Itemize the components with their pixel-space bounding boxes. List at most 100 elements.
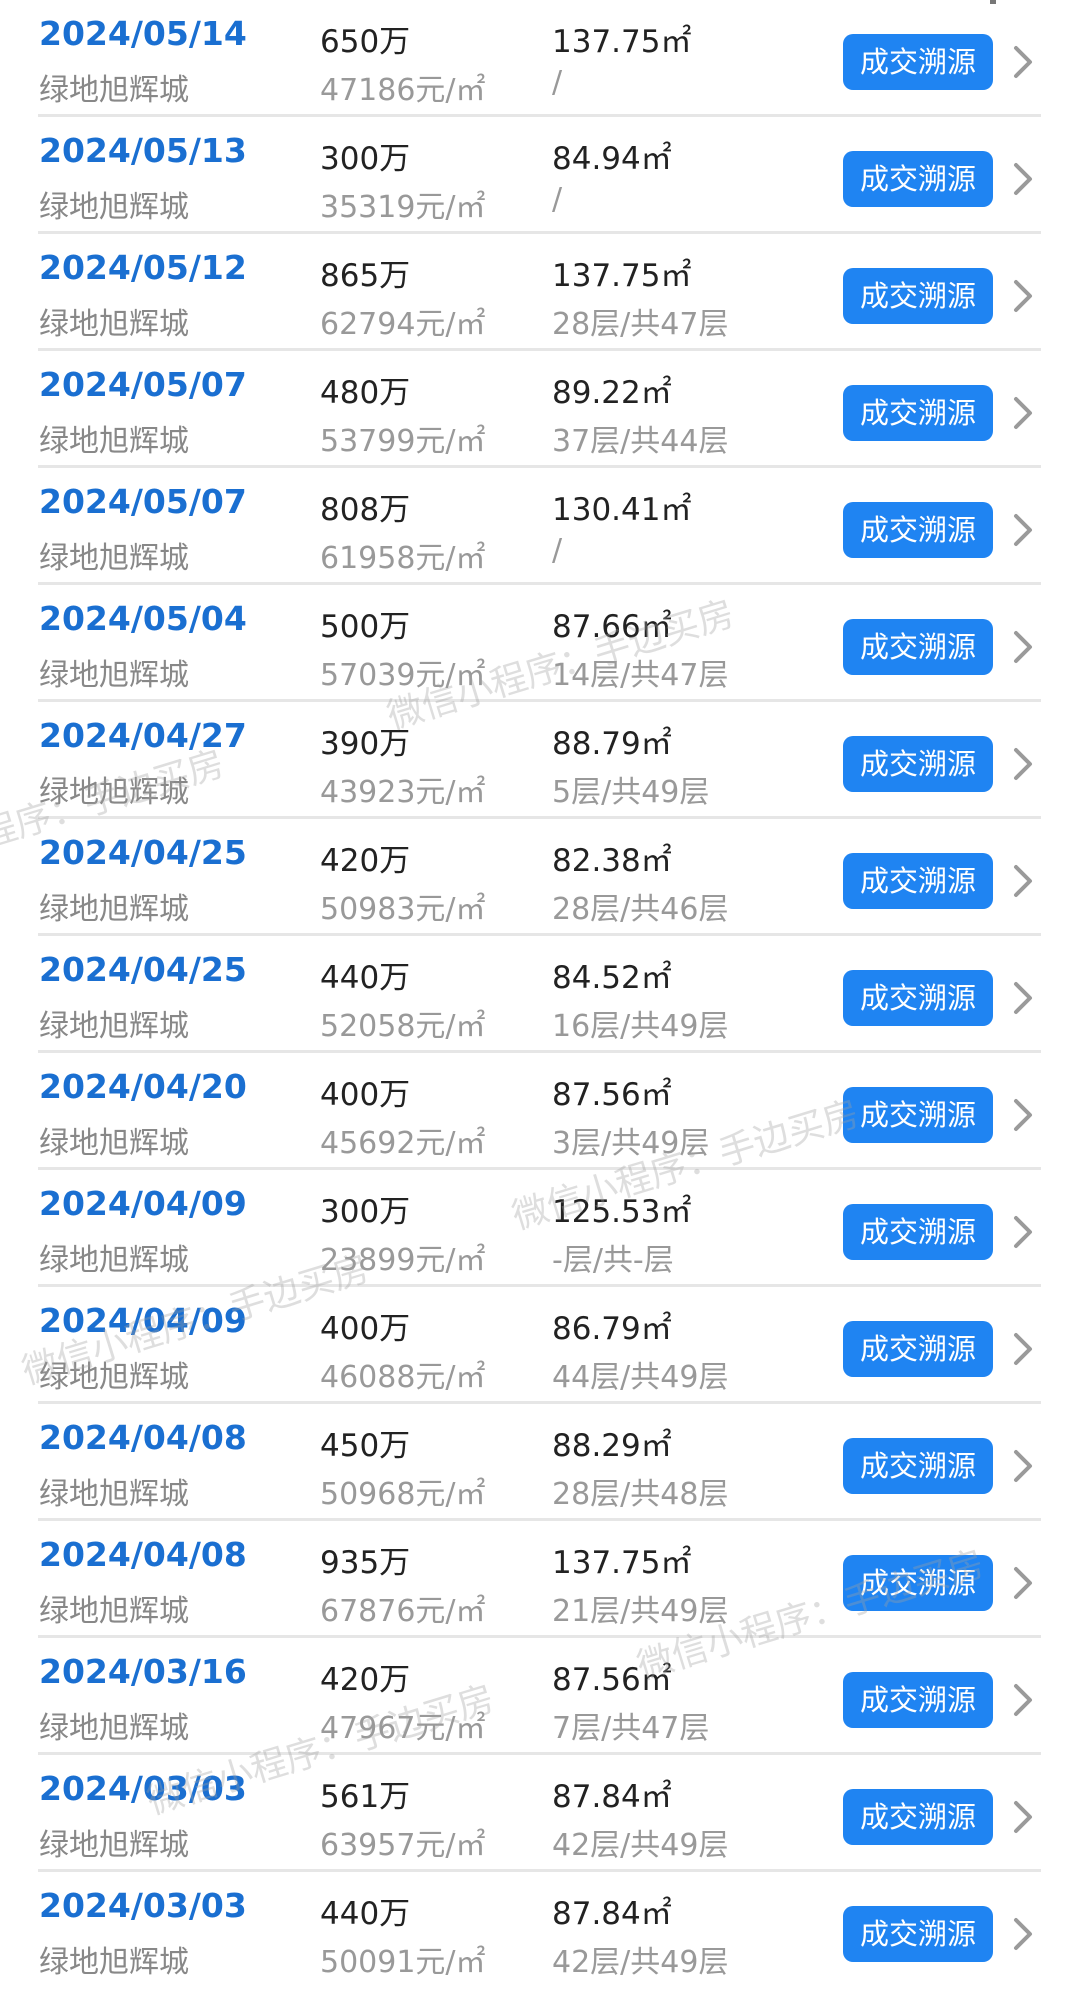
transaction-row[interactable]: 2024/04/09 绿地旭辉城 400万 46088元/㎡ 86.79㎡ 44… bbox=[0, 1287, 1080, 1404]
transaction-row[interactable]: 2024/04/25 绿地旭辉城 420万 50983元/㎡ 82.38㎡ 28… bbox=[0, 819, 1080, 936]
chevron-right-icon[interactable] bbox=[1011, 44, 1035, 80]
total-price: 440万 bbox=[320, 1896, 411, 1932]
transaction-row[interactable]: 2024/05/14 绿地旭辉城 650万 47186元/㎡ 137.75㎡ /… bbox=[0, 0, 1080, 117]
floor-area: 86.79㎡ bbox=[552, 1311, 672, 1347]
transaction-date: 2024/04/09 bbox=[39, 1184, 247, 1223]
transaction-date: 2024/04/08 bbox=[39, 1535, 247, 1574]
transaction-row[interactable]: 2024/04/08 绿地旭辉城 935万 67876元/㎡ 137.75㎡ 2… bbox=[0, 1521, 1080, 1638]
transaction-row[interactable]: 2024/03/03 绿地旭辉城 440万 50091元/㎡ 87.84㎡ 42… bbox=[0, 1872, 1080, 1989]
chevron-right-icon[interactable] bbox=[1011, 980, 1035, 1016]
unit-price: 53799元/㎡ bbox=[320, 424, 486, 459]
chevron-right-icon[interactable] bbox=[1011, 278, 1035, 314]
unit-price: 63957元/㎡ bbox=[320, 1828, 486, 1863]
chevron-right-icon[interactable] bbox=[1011, 1799, 1035, 1835]
total-price: 300万 bbox=[320, 141, 411, 177]
transaction-row[interactable]: 2024/05/13 绿地旭辉城 300万 35319元/㎡ 84.94㎡ / … bbox=[0, 117, 1080, 234]
community-name: 绿地旭辉城 bbox=[39, 1711, 189, 1746]
unit-price: 45692元/㎡ bbox=[320, 1126, 486, 1161]
chevron-right-icon[interactable] bbox=[1011, 629, 1035, 665]
community-name: 绿地旭辉城 bbox=[39, 73, 189, 108]
floor-area: 87.66㎡ bbox=[552, 609, 672, 645]
transaction-row[interactable]: 2024/04/25 绿地旭辉城 440万 52058元/㎡ 84.52㎡ 16… bbox=[0, 936, 1080, 1053]
unit-price: 46088元/㎡ bbox=[320, 1360, 486, 1395]
transaction-row[interactable]: 2024/04/20 绿地旭辉城 400万 45692元/㎡ 87.56㎡ 3层… bbox=[0, 1053, 1080, 1170]
transaction-date: 2024/05/07 bbox=[39, 482, 247, 521]
chevron-right-icon[interactable] bbox=[1011, 512, 1035, 548]
floor-level: 3层/共49层 bbox=[552, 1126, 710, 1161]
transaction-date: 2024/04/25 bbox=[39, 833, 247, 872]
unit-price: 47967元/㎡ bbox=[320, 1711, 486, 1746]
floor-level: 7层/共47层 bbox=[552, 1711, 710, 1746]
total-price: 400万 bbox=[320, 1077, 411, 1113]
transaction-row[interactable]: 2024/05/12 绿地旭辉城 865万 62794元/㎡ 137.75㎡ 2… bbox=[0, 234, 1080, 351]
community-name: 绿地旭辉城 bbox=[39, 541, 189, 576]
transaction-date: 2024/05/12 bbox=[39, 248, 247, 287]
trace-deal-button[interactable]: 成交溯源 bbox=[843, 1672, 993, 1728]
transaction-date: 2024/04/27 bbox=[39, 716, 247, 755]
floor-area: 88.79㎡ bbox=[552, 726, 672, 762]
transaction-date: 2024/04/09 bbox=[39, 1301, 247, 1340]
chevron-right-icon[interactable] bbox=[1011, 1331, 1035, 1367]
transaction-row[interactable]: 2024/03/16 绿地旭辉城 420万 47967元/㎡ 87.56㎡ 7层… bbox=[0, 1638, 1080, 1755]
floor-area: 137.75㎡ bbox=[552, 1545, 692, 1581]
unit-price: 52058元/㎡ bbox=[320, 1009, 486, 1044]
trace-deal-button[interactable]: 成交溯源 bbox=[843, 1204, 993, 1260]
unit-price: 50968元/㎡ bbox=[320, 1477, 486, 1512]
trace-deal-button[interactable]: 成交溯源 bbox=[843, 853, 993, 909]
floor-level: / bbox=[552, 65, 563, 100]
total-price: 808万 bbox=[320, 492, 411, 528]
chevron-right-icon[interactable] bbox=[1011, 161, 1035, 197]
floor-area: 88.29㎡ bbox=[552, 1428, 672, 1464]
trace-deal-button[interactable]: 成交溯源 bbox=[843, 1087, 993, 1143]
total-price: 500万 bbox=[320, 609, 411, 645]
trace-deal-button[interactable]: 成交溯源 bbox=[843, 268, 993, 324]
transaction-row[interactable]: 2024/03/03 绿地旭辉城 561万 63957元/㎡ 87.84㎡ 42… bbox=[0, 1755, 1080, 1872]
total-price: 935万 bbox=[320, 1545, 411, 1581]
trace-deal-button[interactable]: 成交溯源 bbox=[843, 151, 993, 207]
transaction-date: 2024/05/13 bbox=[39, 131, 247, 170]
chevron-right-icon[interactable] bbox=[1011, 1214, 1035, 1250]
trace-deal-button[interactable]: 成交溯源 bbox=[843, 1555, 993, 1611]
trace-deal-button[interactable]: 成交溯源 bbox=[843, 34, 993, 90]
floor-level: 42层/共49层 bbox=[552, 1945, 729, 1980]
trace-deal-button[interactable]: 成交溯源 bbox=[843, 1321, 993, 1377]
chevron-right-icon[interactable] bbox=[1011, 1916, 1035, 1952]
community-name: 绿地旭辉城 bbox=[39, 892, 189, 927]
floor-level: / bbox=[552, 533, 563, 568]
chevron-right-icon[interactable] bbox=[1011, 1565, 1035, 1601]
chevron-right-icon[interactable] bbox=[1011, 395, 1035, 431]
trace-deal-button[interactable]: 成交溯源 bbox=[843, 385, 993, 441]
transaction-row[interactable]: 2024/04/09 绿地旭辉城 300万 23899元/㎡ 125.53㎡ -… bbox=[0, 1170, 1080, 1287]
transaction-row[interactable]: 2024/04/08 绿地旭辉城 450万 50968元/㎡ 88.29㎡ 28… bbox=[0, 1404, 1080, 1521]
transaction-row[interactable]: 2024/05/07 绿地旭辉城 480万 53799元/㎡ 89.22㎡ 37… bbox=[0, 351, 1080, 468]
transaction-row[interactable]: 2024/04/27 绿地旭辉城 390万 43923元/㎡ 88.79㎡ 5层… bbox=[0, 702, 1080, 819]
transaction-date: 2024/04/08 bbox=[39, 1418, 247, 1457]
trace-deal-button[interactable]: 成交溯源 bbox=[843, 1438, 993, 1494]
floor-area: 87.84㎡ bbox=[552, 1896, 672, 1932]
chevron-right-icon[interactable] bbox=[1011, 746, 1035, 782]
floor-area: 89.22㎡ bbox=[552, 375, 672, 411]
community-name: 绿地旭辉城 bbox=[39, 1945, 189, 1980]
transaction-row[interactable]: 2024/05/07 绿地旭辉城 808万 61958元/㎡ 130.41㎡ /… bbox=[0, 468, 1080, 585]
floor-area: 130.41㎡ bbox=[552, 492, 692, 528]
total-price: 561万 bbox=[320, 1779, 411, 1815]
floor-level: 21层/共49层 bbox=[552, 1594, 729, 1629]
transaction-date: 2024/04/20 bbox=[39, 1067, 247, 1106]
trace-deal-button[interactable]: 成交溯源 bbox=[843, 619, 993, 675]
trace-deal-button[interactable]: 成交溯源 bbox=[843, 736, 993, 792]
trace-deal-button[interactable]: 成交溯源 bbox=[843, 970, 993, 1026]
total-price: 865万 bbox=[320, 258, 411, 294]
trace-deal-button[interactable]: 成交溯源 bbox=[843, 502, 993, 558]
unit-price: 61958元/㎡ bbox=[320, 541, 486, 576]
floor-level: 42层/共49层 bbox=[552, 1828, 729, 1863]
chevron-right-icon[interactable] bbox=[1011, 863, 1035, 899]
chevron-right-icon[interactable] bbox=[1011, 1448, 1035, 1484]
trace-deal-button[interactable]: 成交溯源 bbox=[843, 1906, 993, 1962]
chevron-right-icon[interactable] bbox=[1011, 1682, 1035, 1718]
floor-area: 87.56㎡ bbox=[552, 1662, 672, 1698]
floor-area: 87.84㎡ bbox=[552, 1779, 672, 1815]
community-name: 绿地旭辉城 bbox=[39, 1009, 189, 1044]
chevron-right-icon[interactable] bbox=[1011, 1097, 1035, 1133]
trace-deal-button[interactable]: 成交溯源 bbox=[843, 1789, 993, 1845]
transaction-row[interactable]: 2024/05/04 绿地旭辉城 500万 57039元/㎡ 87.66㎡ 14… bbox=[0, 585, 1080, 702]
